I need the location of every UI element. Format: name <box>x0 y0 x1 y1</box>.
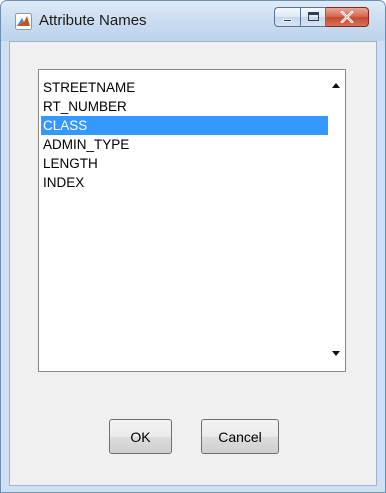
dialog-client-area: STREETNAME RT_NUMBER CLASS ADMIN_TYPE LE… <box>9 41 377 486</box>
list-item-class[interactable]: CLASS <box>41 116 335 135</box>
list-item-index[interactable]: INDEX <box>41 173 335 192</box>
scroll-down-arrow-icon[interactable] <box>332 351 340 356</box>
matlab-icon <box>15 13 32 30</box>
maximize-button[interactable] <box>300 7 326 27</box>
close-button[interactable] <box>326 7 369 27</box>
minimize-icon <box>283 19 292 22</box>
minimize-button[interactable] <box>274 7 300 27</box>
close-icon <box>326 8 368 26</box>
caption-buttons <box>274 7 369 29</box>
scroll-up-arrow-icon[interactable] <box>332 83 340 88</box>
window-title: Attribute Names <box>39 12 147 29</box>
maximize-icon <box>308 12 319 21</box>
list-item-admin-type[interactable]: ADMIN_TYPE <box>41 135 335 154</box>
vertical-scrollbar[interactable] <box>328 70 345 371</box>
list-item-streetname[interactable]: STREETNAME <box>41 78 335 97</box>
attribute-names-dialog: Attribute Names STREETNAME RT_NUMBER CLA… <box>0 0 386 493</box>
title-bar[interactable]: Attribute Names <box>1 1 385 41</box>
cancel-button[interactable]: Cancel <box>201 419 279 454</box>
list-item-rt-number[interactable]: RT_NUMBER <box>41 97 335 116</box>
list-item-length[interactable]: LENGTH <box>41 154 335 173</box>
attribute-list[interactable]: STREETNAME RT_NUMBER CLASS ADMIN_TYPE LE… <box>38 69 346 372</box>
ok-button[interactable]: OK <box>109 419 172 454</box>
